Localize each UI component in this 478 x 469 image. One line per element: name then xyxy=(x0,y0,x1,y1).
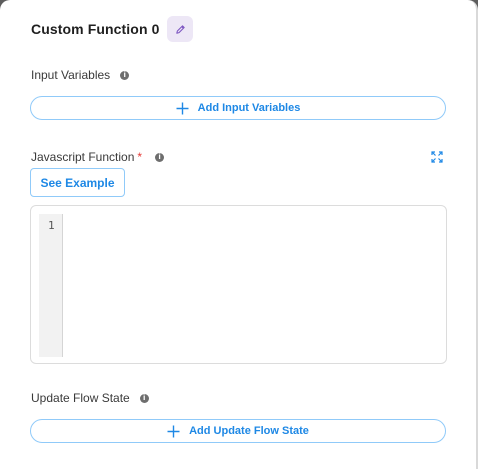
info-icon[interactable]: i xyxy=(139,393,149,403)
edit-title-button[interactable] xyxy=(167,16,194,42)
pencil-icon xyxy=(176,24,185,34)
required-marker: * xyxy=(137,150,143,164)
node-title: Custom Function 0 xyxy=(31,21,160,37)
add-update-flow-state-label: Add Update Flow State xyxy=(189,425,309,437)
code-input-area[interactable] xyxy=(65,214,438,355)
expand-icon[interactable] xyxy=(431,151,443,163)
update-flow-state-label-row: Update Flow State i xyxy=(31,391,149,405)
add-input-variables-button[interactable]: Add Input Variables xyxy=(30,96,446,120)
line-number-gutter: 1 xyxy=(39,214,63,357)
add-input-variables-label: Add Input Variables xyxy=(197,102,301,114)
input-variables-label: Input Variables xyxy=(31,68,111,82)
line-number: 1 xyxy=(48,219,55,232)
title-row: Custom Function 0 xyxy=(31,16,194,42)
javascript-function-label-row: Javascript Function * i xyxy=(31,150,165,164)
javascript-function-label: Javascript Function xyxy=(31,150,135,164)
see-example-button[interactable]: See Example xyxy=(30,168,125,197)
input-variables-label-row: Input Variables i xyxy=(31,68,130,82)
info-icon[interactable]: i xyxy=(120,70,130,80)
info-icon[interactable]: i xyxy=(155,152,165,162)
plus-icon xyxy=(167,425,180,438)
code-editor[interactable]: 1 xyxy=(30,205,447,364)
custom-function-panel: Custom Function 0 Input Variables i Add … xyxy=(0,0,478,469)
update-flow-state-label: Update Flow State xyxy=(31,391,130,405)
plus-icon xyxy=(176,102,189,115)
add-update-flow-state-button[interactable]: Add Update Flow State xyxy=(30,419,446,443)
